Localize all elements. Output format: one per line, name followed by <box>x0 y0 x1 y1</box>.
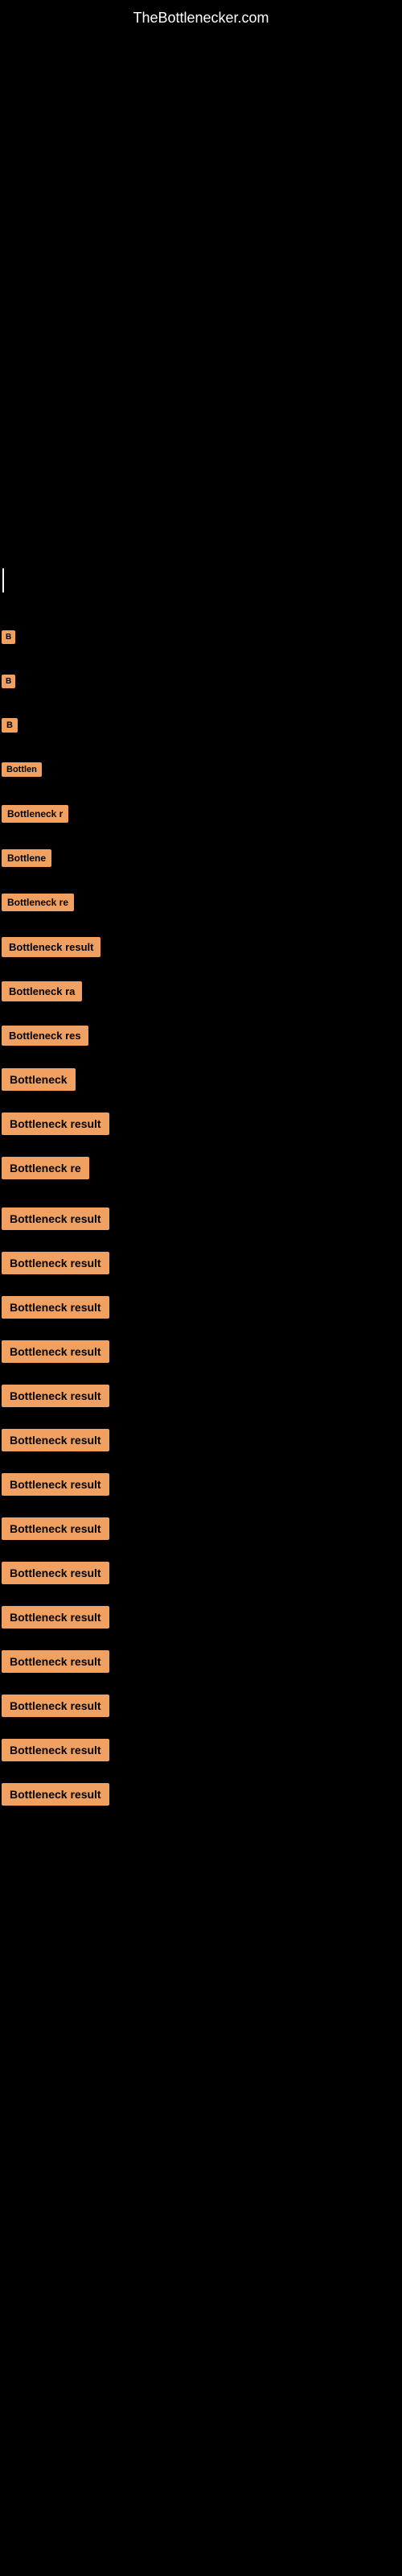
cursor-indicator <box>2 568 4 592</box>
bottleneck-res-label: Bottleneck res <box>2 1026 88 1046</box>
spacer-6 <box>0 786 402 798</box>
result-row-full-7: Bottleneck result <box>0 1462 402 1506</box>
bottleneck-result-label-1: Bottleneck result <box>2 937 100 957</box>
spacer-8 <box>0 874 402 886</box>
spacer-7 <box>0 830 402 842</box>
bottleneck-result-full-9: Bottleneck result <box>2 1562 109 1584</box>
result-row-full-1: Bottleneck result <box>0 1196 402 1241</box>
result-row-bottlen: Bottlen <box>0 753 402 786</box>
result-row-full-6: Bottleneck result <box>0 1418 402 1462</box>
bottleneck-result-full-14: Bottleneck result <box>2 1783 109 1806</box>
result-row-full-4: Bottleneck result <box>0 1329 402 1373</box>
result-row-1: Bottleneck result <box>0 931 402 963</box>
spacer-15 <box>0 1184 402 1196</box>
result-row-bottleneck-res: Bottleneck res <box>0 1019 402 1051</box>
middle-chart-area <box>0 275 402 516</box>
bottleneck-res-label-2: Bottleneck re <box>2 1157 89 1179</box>
site-title: TheBottlenecker.com <box>0 0 402 33</box>
b-label-1: B <box>2 630 15 644</box>
bottleneck-result-full-12: Bottleneck result <box>2 1695 109 1717</box>
result-row-bottlene: Bottlene <box>0 842 402 874</box>
bottleneck-result-full-5: Bottleneck result <box>2 1385 109 1407</box>
spacer-14 <box>0 1140 402 1152</box>
site-header: TheBottlenecker.com <box>0 0 402 33</box>
result-row-bottleneck-ra: Bottleneck ra <box>0 975 402 1007</box>
result-row-b1: B <box>0 621 402 653</box>
bottleneck-result-label-2: Bottleneck result <box>2 1113 109 1135</box>
result-row-b2: B <box>0 665 402 697</box>
spacer-9 <box>0 919 402 931</box>
cursor-row <box>0 564 402 597</box>
bottleneck-r-label: Bottleneck r <box>2 805 68 823</box>
result-row-full-12: Bottleneck result <box>0 1683 402 1728</box>
result-row-full-3: Bottleneck result <box>0 1285 402 1329</box>
bottleneck-result-full-13: Bottleneck result <box>2 1739 109 1761</box>
b-label-3: B <box>2 718 18 733</box>
bottleneck-result-full-2: Bottleneck result <box>2 1252 109 1274</box>
spacer-12 <box>0 1051 402 1063</box>
bottleneck-result-full-1: Bottleneck result <box>2 1208 109 1230</box>
bottleneck-result-full-7: Bottleneck result <box>2 1473 109 1496</box>
bottleneck-re-label: Bottleneck re <box>2 894 74 911</box>
top-chart-area <box>0 33 402 275</box>
result-row-full-14: Bottleneck result <box>0 1772 402 1816</box>
result-row-b3: B <box>0 709 402 741</box>
spacer-13 <box>0 1096 402 1108</box>
result-row-full-2: Bottleneck result <box>0 1241 402 1285</box>
b-label-2: B <box>2 675 15 688</box>
bottleneck-result-full-3: Bottleneck result <box>2 1296 109 1319</box>
result-row-bottleneck-re: Bottleneck re <box>0 886 402 919</box>
result-row-full-8: Bottleneck result <box>0 1506 402 1550</box>
bottleneck-result-full-11: Bottleneck result <box>2 1650 109 1673</box>
spacer-11 <box>0 1007 402 1019</box>
result-row-full-10: Bottleneck result <box>0 1595 402 1639</box>
bottleneck-ra-label: Bottleneck ra <box>2 981 82 1001</box>
result-row-full-11: Bottleneck result <box>0 1639 402 1683</box>
result-row-3: Bottleneck re <box>0 1152 402 1184</box>
bottleneck-result-full-6: Bottleneck result <box>2 1429 109 1451</box>
spacer-2 <box>0 597 402 621</box>
spacer-5 <box>0 741 402 753</box>
bottleneck-label: Bottleneck <box>2 1068 76 1091</box>
result-row-bottleneck: Bottleneck <box>0 1063 402 1096</box>
result-row-full-13: Bottleneck result <box>0 1728 402 1772</box>
result-row-full-9: Bottleneck result <box>0 1550 402 1595</box>
bottlene-label: Bottlene <box>2 849 51 867</box>
bottom-spacer <box>0 1816 402 1864</box>
spacer-3 <box>0 653 402 665</box>
bottlen-label: Bottlen <box>2 762 42 777</box>
result-row-2: Bottleneck result <box>0 1108 402 1140</box>
bottleneck-result-full-4: Bottleneck result <box>2 1340 109 1363</box>
result-row-bottleneck-r: Bottleneck r <box>0 798 402 830</box>
spacer-4 <box>0 697 402 709</box>
result-row-full-5: Bottleneck result <box>0 1373 402 1418</box>
bottleneck-result-full-10: Bottleneck result <box>2 1606 109 1629</box>
spacer-1 <box>0 516 402 564</box>
bottleneck-result-full-8: Bottleneck result <box>2 1517 109 1540</box>
spacer-10 <box>0 963 402 975</box>
